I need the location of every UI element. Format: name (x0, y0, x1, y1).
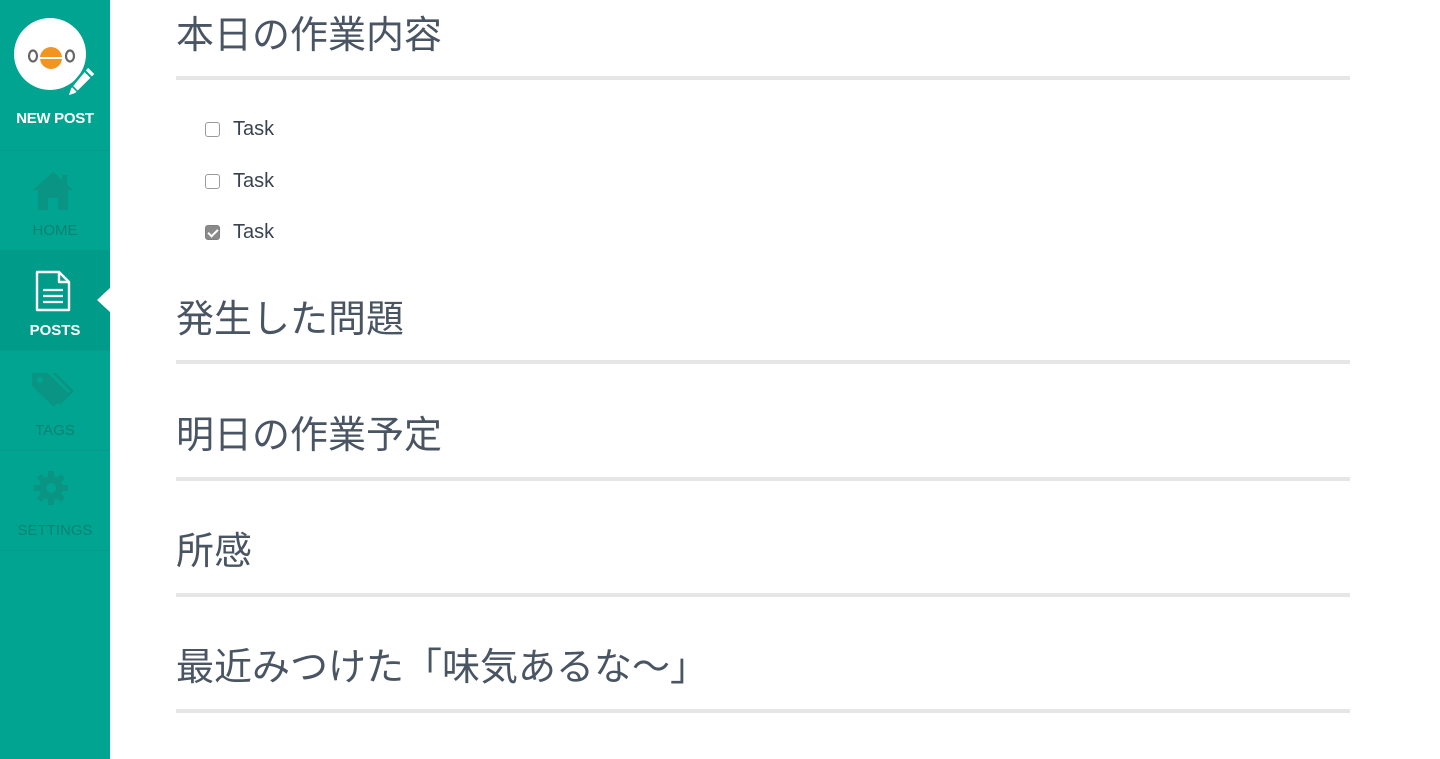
section-divider (176, 76, 1350, 80)
gear-icon (34, 471, 68, 505)
nav-item-home[interactable]: HOME (0, 151, 110, 251)
active-indicator (97, 287, 111, 313)
task-item[interactable]: Task (205, 170, 274, 192)
section-divider (176, 593, 1350, 597)
pencil-icon (65, 64, 98, 99)
nav-item-posts[interactable]: POSTS (0, 251, 111, 351)
new-post-button[interactable]: NEW POST (0, 0, 110, 151)
nav-label-posts: POSTS (29, 322, 81, 339)
task-checkbox-checked[interactable] (205, 224, 220, 240)
section-title-today-work[interactable]: 本日の作業内容 (176, 16, 442, 54)
tags-icon (32, 373, 74, 407)
nav-label-home: HOME (32, 222, 78, 239)
nav-item-settings[interactable]: SETTINGS (0, 451, 110, 551)
task-checkbox[interactable] (205, 173, 220, 189)
home-icon (33, 172, 73, 210)
section-divider (176, 360, 1350, 364)
nav-label-tags: TAGS (35, 422, 75, 439)
task-item[interactable]: Task (205, 118, 274, 140)
task-item[interactable]: Task (205, 221, 274, 243)
new-post-label: NEW POST (16, 110, 94, 127)
task-label: Task (233, 169, 275, 192)
section-title-tomorrow-plan[interactable]: 明日の作業予定 (176, 416, 442, 454)
nav-item-tags[interactable]: TAGS (0, 351, 110, 451)
task-checkbox[interactable] (205, 121, 220, 137)
section-divider (176, 709, 1350, 713)
section-title-recent-finds[interactable]: 最近みつけた「味気あるな〜」 (176, 648, 708, 686)
sidebar: NEW POST HOME POSTS TAGS SETTINGS (0, 0, 111, 759)
task-label: Task (233, 220, 275, 243)
nav-label-settings: SETTINGS (17, 522, 93, 539)
section-title-impressions[interactable]: 所感 (176, 532, 252, 570)
section-divider (176, 477, 1350, 481)
task-label: Task (233, 117, 275, 140)
section-title-problems[interactable]: 発生した問題 (176, 300, 404, 338)
document-icon (35, 270, 71, 312)
